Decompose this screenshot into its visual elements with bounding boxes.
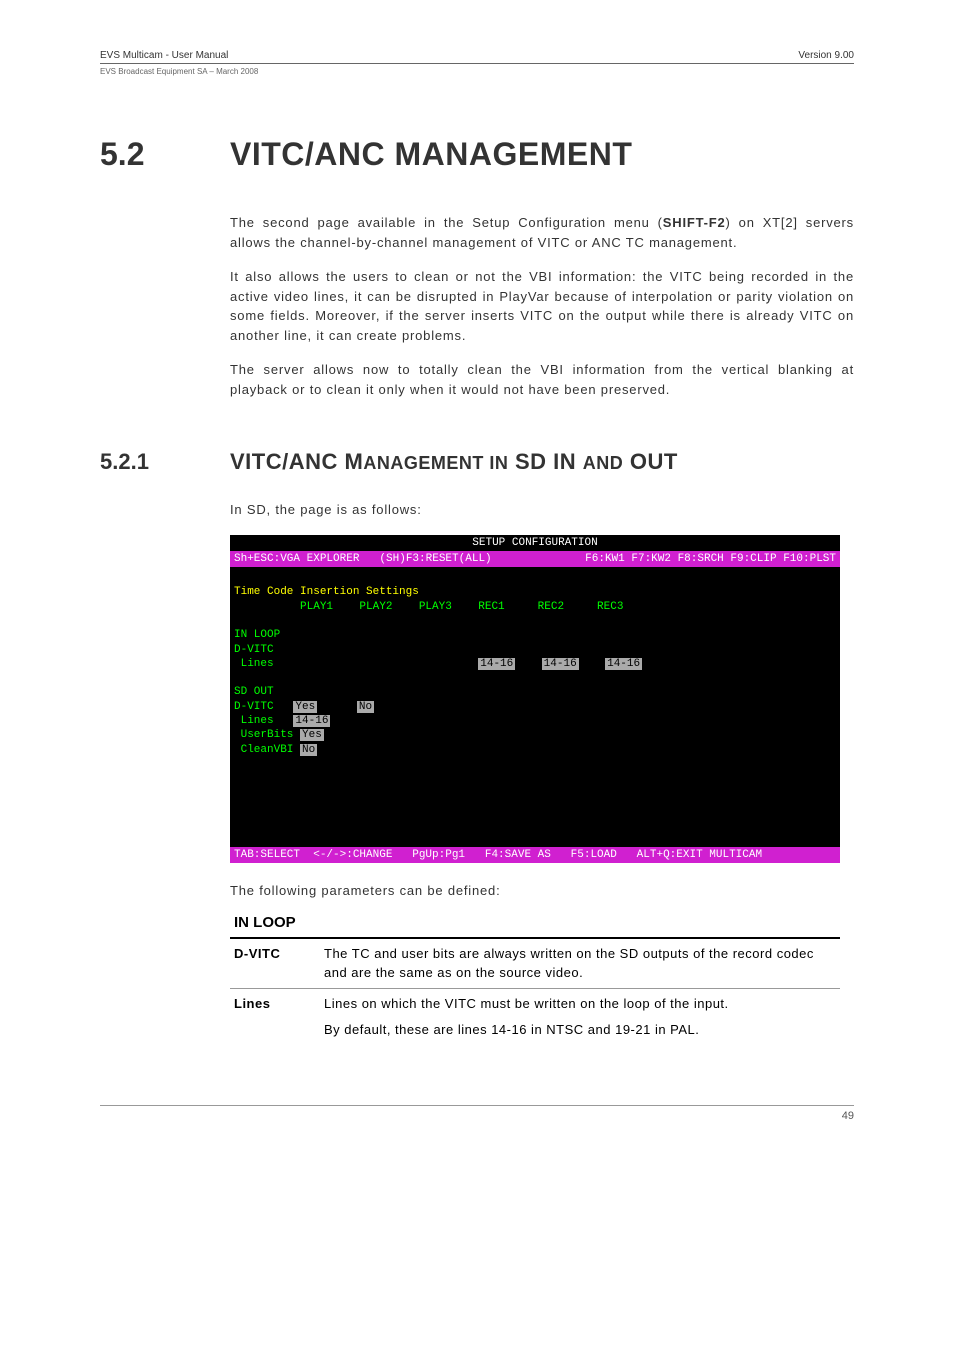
terminal-sdout: SD OUT	[234, 685, 836, 699]
subsection-heading: 5.2.1 VITC/ANC MANAGEMENT IN SD IN AND O…	[100, 449, 854, 475]
section-number: 5.2	[100, 136, 230, 173]
param-label: D-VITC	[230, 938, 320, 988]
subsection-title: VITC/ANC MANAGEMENT IN SD IN AND OUT	[230, 449, 678, 475]
table-section-row: IN LOOP	[230, 908, 840, 938]
subsection-number: 5.2.1	[100, 449, 230, 475]
terminal-screenshot: SETUP CONFIGURATION Sh+ESC:VGA EXPLORER …	[230, 535, 840, 864]
header-sub: EVS Broadcast Equipment SA – March 2008	[100, 67, 854, 76]
terminal-dvitc-in: D-VITC	[234, 643, 836, 657]
sd-intro: In SD, the page is as follows:	[230, 500, 854, 520]
section-title: VITC/ANC MANAGEMENT	[230, 136, 632, 173]
terminal-userbits: UserBits Yes	[234, 728, 836, 742]
page-number: 49	[842, 1110, 854, 1122]
terminal-top-bar: Sh+ESC:VGA EXPLORER (SH)F3:RESET(ALL) F6…	[230, 551, 840, 567]
terminal-top-left: Sh+ESC:VGA EXPLORER	[234, 552, 379, 566]
terminal-lines-in: Lines 14-16 14-16 14-16	[234, 657, 836, 671]
page-header: EVS Multicam - User Manual Version 9.00	[100, 50, 854, 64]
page-footer: 49	[100, 1105, 854, 1122]
param-description: The TC and user bits are always written …	[320, 938, 840, 988]
param-label: Lines	[230, 988, 320, 1045]
terminal-inloop: IN LOOP	[234, 628, 836, 642]
table-row: D-VITC The TC and user bits are always w…	[230, 938, 840, 988]
header-left: EVS Multicam - User Manual	[100, 50, 228, 61]
terminal-lines-out: Lines 14-16	[234, 714, 836, 728]
parameters-table: IN LOOP D-VITC The TC and user bits are …	[230, 908, 840, 1045]
paragraph-1: The second page available in the Setup C…	[230, 213, 854, 252]
terminal-heading: Time Code Insertion Settings	[234, 586, 419, 598]
terminal-columns: PLAY1 PLAY2 PLAY3 REC1 REC2 REC3	[234, 600, 836, 614]
paragraph-3: The server allows now to totally clean t…	[230, 360, 854, 399]
terminal-bottom-bar: TAB:SELECT <-/->:CHANGE PgUp:Pg1 F4:SAVE…	[230, 847, 840, 863]
header-right: Version 9.00	[798, 50, 854, 61]
paragraph-2: It also allows the users to clean or not…	[230, 267, 854, 345]
section-heading: 5.2 VITC/ANC MANAGEMENT	[100, 136, 854, 173]
terminal-dvitc-out: D-VITC Yes No	[234, 700, 836, 714]
terminal-title: SETUP CONFIGURATION	[230, 535, 840, 551]
parameters-intro: The following parameters can be defined:	[230, 883, 854, 898]
table-row: Lines Lines on which the VITC must be wr…	[230, 988, 840, 1045]
terminal-top-mid: (SH)F3:RESET(ALL)	[379, 552, 511, 566]
param-description: Lines on which the VITC must be written …	[320, 988, 840, 1045]
terminal-top-right: F6:KW1 F7:KW2 F8:SRCH F9:CLIP F10:PLST	[512, 552, 836, 566]
terminal-cleanvbi: CleanVBI No	[234, 743, 836, 757]
terminal-body: Time Code Insertion Settings PLAY1 PLAY2…	[230, 567, 840, 847]
table-section-label: IN LOOP	[230, 908, 840, 938]
